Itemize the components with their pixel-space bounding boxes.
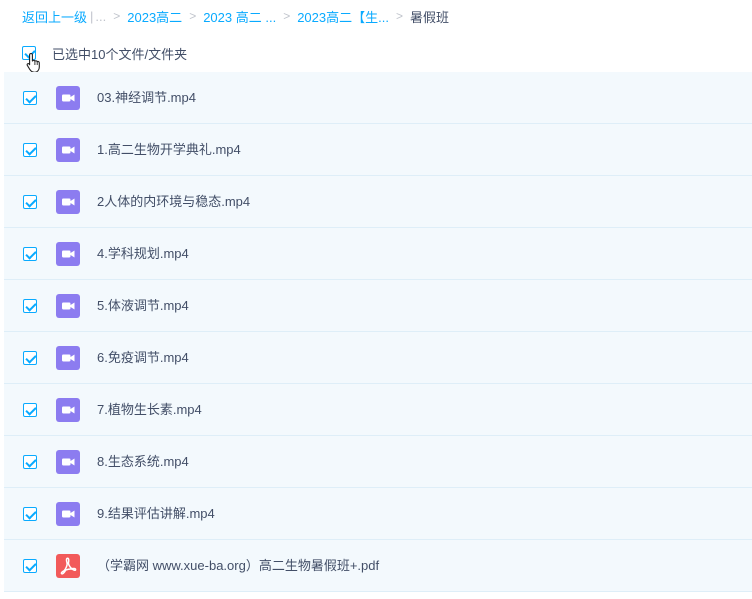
breadcrumb-current: 暑假班 — [409, 9, 449, 25]
video-file-icon — [56, 398, 80, 422]
back-link[interactable]: 返回上一级 — [22, 7, 87, 26]
file-row[interactable]: 8.生态系统.mp4 — [4, 436, 752, 488]
file-row[interactable]: 4.学科规划.mp4 — [4, 228, 752, 280]
file-row[interactable]: 9.结果评估讲解.mp4 — [4, 488, 752, 540]
breadcrumb-item-2[interactable]: 2023 高二 ... — [203, 7, 276, 26]
select-all-checkbox[interactable] — [22, 46, 36, 60]
file-row[interactable]: （学霸网 www.xue-ba.org）高二生物暑假班+.pdf — [4, 540, 752, 592]
file-row[interactable]: 1.高二生物开学典礼.mp4 — [4, 124, 752, 176]
file-checkbox[interactable] — [23, 507, 37, 521]
file-name: 1.高二生物开学典礼.mp4 — [97, 142, 241, 157]
file-name: 6.免疫调节.mp4 — [97, 350, 189, 365]
breadcrumb-separator: > — [189, 9, 197, 23]
file-checkbox[interactable] — [23, 559, 37, 573]
breadcrumb-separator: > — [113, 9, 121, 23]
file-checkbox[interactable] — [23, 351, 37, 365]
video-file-icon — [56, 450, 80, 474]
file-name: 7.植物生长素.mp4 — [97, 402, 202, 417]
file-checkbox[interactable] — [23, 299, 37, 313]
video-file-icon — [56, 294, 80, 318]
file-row[interactable]: 6.免疫调节.mp4 — [4, 332, 752, 384]
file-name: 5.体液调节.mp4 — [97, 298, 189, 313]
file-row[interactable]: 5.体液调节.mp4 — [4, 280, 752, 332]
select-all-bar: 已选中10个文件/文件夹 — [22, 40, 187, 66]
file-name: 8.生态系统.mp4 — [97, 454, 189, 469]
video-file-icon — [56, 138, 80, 162]
breadcrumb-ellipsis[interactable]: ... — [95, 9, 106, 24]
file-name: 03.神经调节.mp4 — [97, 90, 196, 105]
breadcrumb-separator: > — [395, 9, 403, 23]
video-file-icon — [56, 346, 80, 370]
file-name: 2人体的内环境与稳态.mp4 — [97, 194, 251, 209]
file-name: （学霸网 www.xue-ba.org）高二生物暑假班+.pdf — [97, 558, 380, 573]
selection-count-label: 已选中10个文件/文件夹 — [52, 46, 188, 62]
file-checkbox[interactable] — [23, 403, 37, 417]
file-row[interactable]: 7.植物生长素.mp4 — [4, 384, 752, 436]
video-file-icon — [56, 190, 80, 214]
file-checkbox[interactable] — [23, 247, 37, 261]
pdf-file-icon — [56, 554, 80, 578]
breadcrumb-separator: > — [283, 9, 291, 23]
file-checkbox[interactable] — [23, 143, 37, 157]
file-name: 4.学科规划.mp4 — [97, 246, 189, 261]
breadcrumb-item-1[interactable]: 2023高二 — [127, 7, 182, 26]
file-row[interactable]: 03.神经调节.mp4 — [4, 72, 752, 124]
video-file-icon — [56, 86, 80, 110]
file-checkbox[interactable] — [23, 195, 37, 209]
breadcrumb-divider: | — [90, 8, 94, 24]
video-file-icon — [56, 242, 80, 266]
breadcrumb-item-3[interactable]: 2023高二【生... — [297, 7, 389, 26]
file-name: 9.结果评估讲解.mp4 — [97, 506, 215, 521]
file-list: 03.神经调节.mp4 1.高二生物开学典礼.mp4 2人体的内环境与稳态.mp4 4… — [4, 72, 752, 592]
file-checkbox[interactable] — [23, 455, 37, 469]
file-checkbox[interactable] — [23, 91, 37, 105]
file-row[interactable]: 2人体的内环境与稳态.mp4 — [4, 176, 752, 228]
breadcrumb: 返回上一级 | ... > 2023高二 > 2023 高二 ... > 202… — [22, 0, 449, 32]
video-file-icon — [56, 502, 80, 526]
